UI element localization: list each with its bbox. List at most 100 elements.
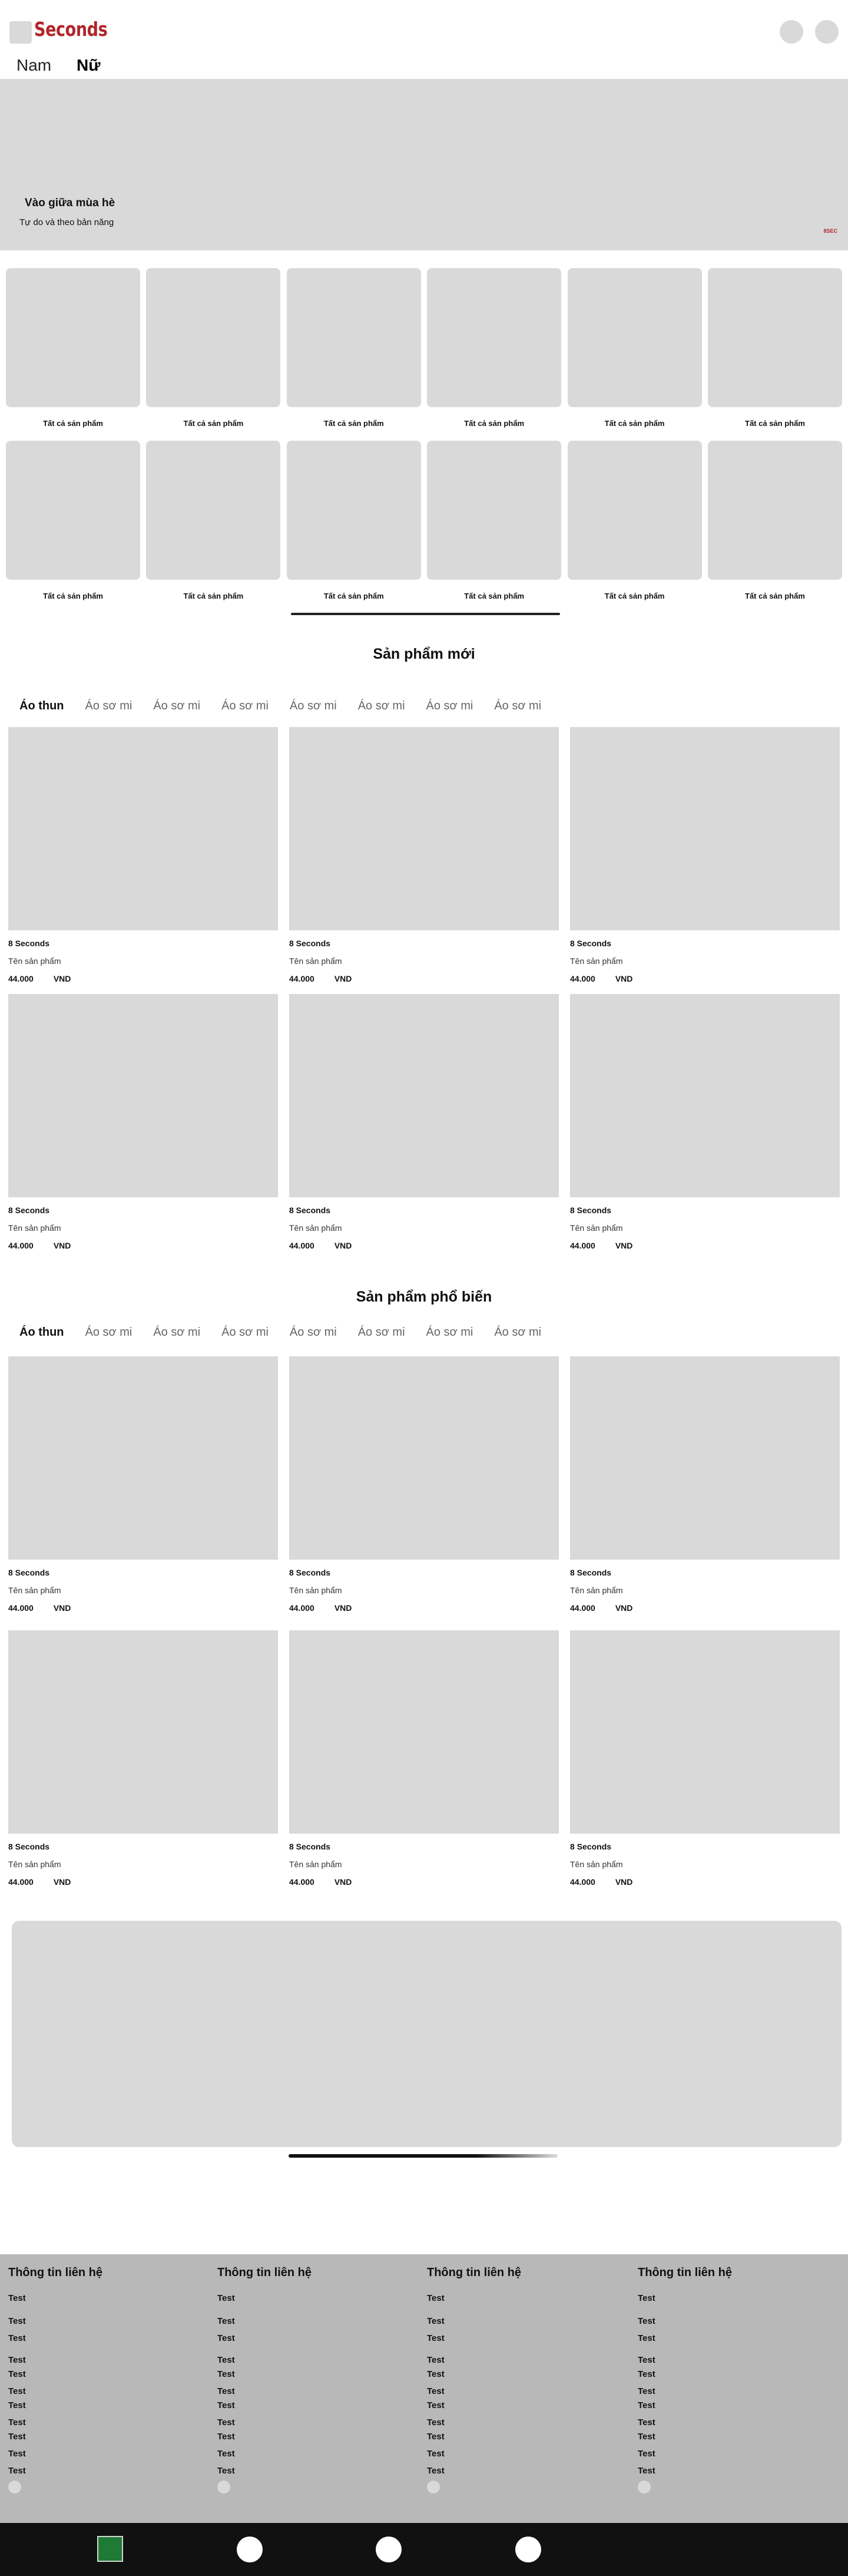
footer-link[interactable]: Test [217,2418,412,2428]
footer-link[interactable]: Test [638,2369,832,2379]
promo-banner[interactable] [12,1921,842,2147]
tab-ao-so-mi[interactable]: Áo sơ mi [153,1326,200,1339]
footer-link[interactable]: Test [427,2333,621,2343]
home-icon[interactable] [97,2536,123,2562]
footer-link[interactable]: Test [638,2400,832,2410]
category-card[interactable]: Tất cả sản phẩm [146,268,281,432]
tab-ao-so-mi[interactable]: Áo sơ mi [153,699,200,713]
product-card[interactable]: 8 Seconds Tên sản phẩm 44.000 VND [570,1630,840,1897]
footer-link[interactable]: Test [427,2293,621,2303]
footer-link[interactable]: Test [217,2333,412,2343]
footer-link[interactable]: Test [217,2316,412,2326]
social-icon[interactable] [427,2481,440,2494]
category-card[interactable]: Tất cả sản phẩm [427,441,562,605]
footer-link[interactable]: Test [427,2400,621,2410]
category-card[interactable]: Tất cả sản phẩm [707,268,842,432]
footer-link[interactable]: Test [8,2316,203,2326]
product-card[interactable]: 8 Seconds Tên sản phẩm 44.000 VND [8,727,278,994]
footer-link[interactable]: Test [638,2418,832,2428]
hero-banner[interactable]: Vào giữa mùa hè Tự do và theo bản năng 8… [0,79,848,250]
product-card[interactable]: 8 Seconds Tên sản phẩm 44.000 VND [289,1356,559,1630]
footer-link[interactable]: Test [427,2466,621,2476]
category-card[interactable]: Tất cả sản phẩm [427,268,562,432]
tab-ao-so-mi[interactable]: Áo sơ mi [85,1326,132,1339]
footer-link[interactable]: Test [427,2432,621,2442]
product-card[interactable]: 8 Seconds Tên sản phẩm 44.000 VND [570,994,840,1261]
footer-link[interactable]: Test [8,2466,203,2476]
footer-link[interactable]: Test [8,2418,203,2428]
category-card[interactable]: Tất cả sản phẩm [146,441,281,605]
nav-circle-icon[interactable] [515,2537,541,2562]
tab-ao-so-mi[interactable]: Áo sơ mi [426,699,473,713]
footer-link[interactable]: Test [8,2400,203,2410]
footer-link[interactable]: Test [8,2355,203,2365]
footer-link[interactable]: Test [638,2466,832,2476]
footer-link[interactable]: Test [638,2386,832,2396]
category-scroll-indicator[interactable] [291,613,560,615]
product-card[interactable]: 8 Seconds Tên sản phẩm 44.000 VND [289,1630,559,1897]
tab-ao-so-mi[interactable]: Áo sơ mi [358,1326,405,1339]
footer-link[interactable]: Test [427,2449,621,2459]
tab-ao-so-mi[interactable]: Áo sơ mi [85,699,132,713]
footer-link[interactable]: Test [8,2369,203,2379]
category-card[interactable]: Tất cả sản phẩm [567,268,702,432]
tab-ao-so-mi[interactable]: Áo sơ mi [221,1326,269,1339]
tab-ao-so-mi[interactable]: Áo sơ mi [494,1326,541,1339]
footer-link[interactable]: Test [217,2369,412,2379]
footer-link[interactable]: Test [217,2449,412,2459]
footer-link[interactable]: Test [638,2432,832,2442]
footer-link[interactable]: Test [427,2369,621,2379]
footer-link[interactable]: Test [217,2293,412,2303]
footer-link[interactable]: Test [638,2449,832,2459]
footer-link[interactable]: Test [638,2293,832,2303]
category-card[interactable]: Tất cả sản phẩm [567,441,702,605]
tab-ao-so-mi[interactable]: Áo sơ mi [290,1326,337,1339]
footer-link[interactable]: Test [8,2386,203,2396]
category-card[interactable]: Tất cả sản phẩm [286,268,421,432]
category-card[interactable]: Tất cả sản phẩm [6,268,140,432]
search-icon[interactable] [780,20,803,44]
logo-text[interactable]: Seconds [34,18,108,41]
tab-ao-so-mi[interactable]: Áo sơ mi [426,1326,473,1339]
footer-link[interactable]: Test [8,2432,203,2442]
footer-link[interactable]: Test [638,2333,832,2343]
category-card[interactable]: Tất cả sản phẩm [707,441,842,605]
category-card[interactable]: Tất cả sản phẩm [286,441,421,605]
footer-link[interactable]: Test [427,2386,621,2396]
footer-link[interactable]: Test [217,2466,412,2476]
tab-ao-so-mi[interactable]: Áo sơ mi [290,699,337,713]
product-card[interactable]: 8 Seconds Tên sản phẩm 44.000 VND [289,727,559,994]
footer-link[interactable]: Test [8,2449,203,2459]
social-icon[interactable] [638,2481,651,2494]
category-card[interactable]: Tất cả sản phẩm [6,441,140,605]
product-card[interactable]: 8 Seconds Tên sản phẩm 44.000 VND [8,1356,278,1630]
footer-link[interactable]: Test [427,2316,621,2326]
footer-link[interactable]: Test [217,2432,412,2442]
nav-circle-icon[interactable] [237,2537,263,2562]
logo-icon[interactable] [9,21,32,44]
nav-circle-icon[interactable] [376,2537,402,2562]
footer-link[interactable]: Test [8,2293,203,2303]
footer-link[interactable]: Test [217,2386,412,2396]
footer-link[interactable]: Test [427,2418,621,2428]
tab-ao-so-mi[interactable]: Áo sơ mi [358,699,405,713]
product-card[interactable]: 8 Seconds Tên sản phẩm 44.000 VND [8,994,278,1261]
footer-link[interactable]: Test [217,2400,412,2410]
footer-link[interactable]: Test [638,2355,832,2365]
product-card[interactable]: 8 Seconds Tên sản phẩm 44.000 VND [289,994,559,1261]
social-icon[interactable] [217,2481,230,2494]
product-card[interactable]: 8 Seconds Tên sản phẩm 44.000 VND [8,1630,278,1897]
cart-icon[interactable] [815,20,839,44]
banner-scroll-indicator[interactable] [289,2154,558,2158]
social-icon[interactable] [8,2481,21,2494]
footer-link[interactable]: Test [217,2355,412,2365]
gender-tab-men[interactable]: Nam [16,56,51,75]
product-card[interactable]: 8 Seconds Tên sản phẩm 44.000 VND [570,727,840,994]
gender-tab-women[interactable]: Nữ [77,56,101,75]
tab-ao-thun[interactable]: Áo thun [19,1326,64,1339]
footer-link[interactable]: Test [427,2355,621,2365]
footer-link[interactable]: Test [638,2316,832,2326]
footer-link[interactable]: Test [8,2333,203,2343]
tab-ao-so-mi[interactable]: Áo sơ mi [221,699,269,713]
tab-ao-so-mi[interactable]: Áo sơ mi [494,699,541,713]
